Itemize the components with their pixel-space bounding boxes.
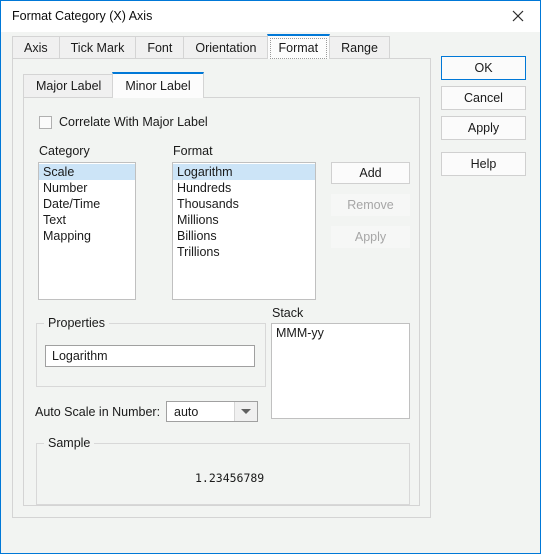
subtab-major-label[interactable]: Major Label	[23, 74, 114, 98]
ok-button[interactable]: OK	[441, 56, 526, 80]
checkbox-box	[39, 115, 52, 129]
help-button[interactable]: Help	[441, 152, 526, 176]
format-label: Format	[173, 144, 213, 158]
tab-label: Font	[147, 40, 173, 55]
format-listbox[interactable]: Logarithm Hundreds Thousands Millions Bi…	[172, 162, 316, 300]
tab-label: Tick Mark	[70, 40, 125, 55]
auto-scale-label: Auto Scale in Number:	[35, 405, 161, 419]
auto-scale-dropdown[interactable]: auto	[166, 401, 258, 422]
properties-label: Properties	[44, 316, 109, 330]
apply-format-button: Apply	[331, 226, 410, 248]
tab-label: Format	[278, 40, 319, 55]
remove-button: Remove	[331, 194, 410, 216]
label-subtabstrip: Major Label Minor Label	[23, 72, 204, 98]
tab-label: Axis	[24, 40, 48, 55]
window-title: Format Category (X) Axis	[12, 9, 153, 23]
cancel-button[interactable]: Cancel	[441, 86, 526, 110]
tab-format[interactable]: Format	[266, 34, 331, 59]
tab-range[interactable]: Range	[329, 36, 390, 59]
list-item[interactable]: Billions	[173, 228, 315, 244]
sample-label: Sample	[44, 436, 95, 450]
list-item[interactable]: Number	[39, 180, 135, 196]
properties-input[interactable]: Logarithm	[45, 345, 255, 367]
checkbox-label: Correlate With Major Label	[59, 115, 208, 129]
stack-label: Stack	[272, 306, 304, 320]
subtab-minor-label[interactable]: Minor Label	[112, 72, 204, 98]
auto-scale-value: auto	[174, 404, 199, 419]
tab-label: Range	[341, 40, 378, 55]
list-item[interactable]: Mapping	[39, 228, 135, 244]
chevron-down-icon[interactable]	[234, 402, 257, 421]
list-item[interactable]: Logarithm	[173, 164, 315, 180]
format-category-axis-dialog: Format Category (X) Axis Axis Tick Mark …	[0, 0, 541, 554]
category-label: Category	[39, 144, 90, 158]
apply-button[interactable]: Apply	[441, 116, 526, 140]
list-item[interactable]: Trillions	[173, 244, 315, 260]
list-item[interactable]: Hundreds	[173, 180, 315, 196]
list-item[interactable]: Scale	[39, 164, 135, 180]
correlate-with-major-label-checkbox[interactable]: Correlate With Major Label	[39, 115, 208, 129]
list-item[interactable]: Text	[39, 212, 135, 228]
title-bar: Format Category (X) Axis	[1, 1, 540, 32]
category-listbox[interactable]: Scale Number Date/Time Text Mapping	[38, 162, 136, 300]
subtab-label: Major Label	[36, 79, 102, 93]
tab-orientation[interactable]: Orientation	[183, 36, 268, 59]
subtab-label: Minor Label	[125, 79, 191, 93]
sample-value: 1.23456789	[195, 471, 265, 485]
stack-listbox[interactable]: MMM-yy	[271, 323, 410, 419]
main-tabstrip: Axis Tick Mark Font Orientation Format R…	[12, 34, 390, 59]
tab-font[interactable]: Font	[135, 36, 184, 59]
close-icon[interactable]	[495, 1, 540, 31]
tab-label: Orientation	[195, 40, 257, 55]
list-item[interactable]: Thousands	[173, 196, 315, 212]
list-item[interactable]: Millions	[173, 212, 315, 228]
add-button[interactable]: Add	[331, 162, 410, 184]
tab-tick-mark[interactable]: Tick Mark	[58, 36, 136, 59]
list-item[interactable]: MMM-yy	[272, 325, 409, 341]
list-item[interactable]: Date/Time	[39, 196, 135, 212]
tab-axis[interactable]: Axis	[12, 36, 59, 59]
